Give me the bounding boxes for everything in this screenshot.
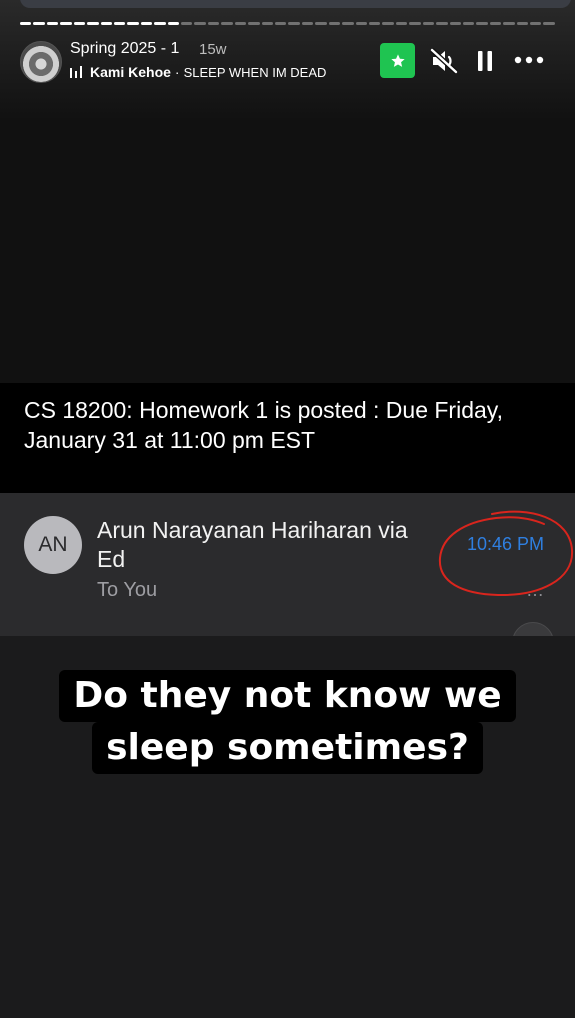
pause-icon[interactable]: [476, 49, 494, 73]
email-time: 10:46 PM: [467, 534, 545, 554]
star-icon: [390, 53, 405, 67]
sender-avatar: AN: [24, 516, 82, 574]
music-artist: Kami Kehoe: [90, 64, 171, 80]
story-timestamp: 15w: [199, 41, 227, 58]
progress-segment: [436, 21, 448, 25]
music-separator: ·: [174, 64, 180, 80]
story-progress-bar: [20, 21, 555, 25]
progress-segment: [409, 21, 421, 25]
progress-segment: [194, 21, 206, 25]
progress-segment: [221, 21, 233, 25]
progress-segment: [355, 21, 367, 25]
progress-segment: [73, 21, 86, 25]
progress-segment: [328, 21, 341, 25]
music-bars-icon: [70, 66, 82, 78]
progress-segment: [33, 21, 45, 25]
progress-segment: [543, 21, 555, 25]
music-song: SLEEP WHEN IM DEAD: [183, 64, 327, 80]
progress-segment: [476, 21, 488, 25]
sender-name: Arun Narayanan Hariharan via Ed: [97, 517, 408, 572]
speaker-muted-icon[interactable]: [430, 48, 458, 74]
progress-segment: [449, 21, 461, 25]
music-attribution[interactable]: Kami Kehoe · SLEEP WHEN IM DEAD: [70, 64, 326, 80]
email-recipient: To You: [97, 579, 158, 601]
story-header: Spring 2025 - 1 15w Kami Kehoe · SLEEP W…: [20, 40, 555, 83]
progress-segment: [234, 21, 247, 25]
progress-segment: [100, 21, 112, 25]
progress-segment: [248, 21, 260, 25]
story-avatar[interactable]: [20, 41, 62, 83]
story-caption: Do they not know we sleep sometimes?: [0, 670, 575, 774]
progress-segment: [181, 21, 193, 25]
progress-segment: [422, 21, 435, 25]
progress-segment: [516, 21, 529, 25]
progress-segment: [301, 21, 314, 25]
progress-segment: [275, 21, 287, 25]
more-icon[interactable]: [514, 54, 544, 66]
progress-segment: [46, 21, 59, 25]
email-subject: CS 18200: Homework 1 is posted : Due Fri…: [24, 397, 503, 453]
progress-segment: [113, 21, 126, 25]
email-more-icon: …: [526, 580, 545, 600]
progress-segment: [60, 21, 72, 25]
progress-segment: [368, 21, 381, 25]
progress-segment: [167, 21, 180, 25]
progress-segment: [489, 21, 502, 25]
story-top-bar: [20, 0, 571, 8]
progress-segment: [382, 21, 394, 25]
caption-line-2: sleep sometimes?: [92, 722, 483, 774]
close-friends-star-button[interactable]: [380, 43, 415, 78]
caption-line-1: Do they not know we: [59, 670, 516, 722]
progress-segment: [342, 21, 354, 25]
progress-segment: [140, 21, 153, 25]
progress-segment: [207, 21, 220, 25]
progress-segment: [261, 21, 274, 25]
progress-segment: [395, 21, 408, 25]
progress-segment: [87, 21, 99, 25]
story-title[interactable]: Spring 2025 - 1: [70, 40, 179, 58]
progress-segment: [462, 21, 475, 25]
progress-segment: [288, 21, 300, 25]
progress-segment: [315, 21, 327, 25]
progress-segment: [154, 21, 166, 25]
progress-segment: [127, 21, 139, 25]
progress-segment: [530, 21, 542, 25]
progress-segment: [503, 21, 515, 25]
progress-segment: [20, 21, 32, 25]
